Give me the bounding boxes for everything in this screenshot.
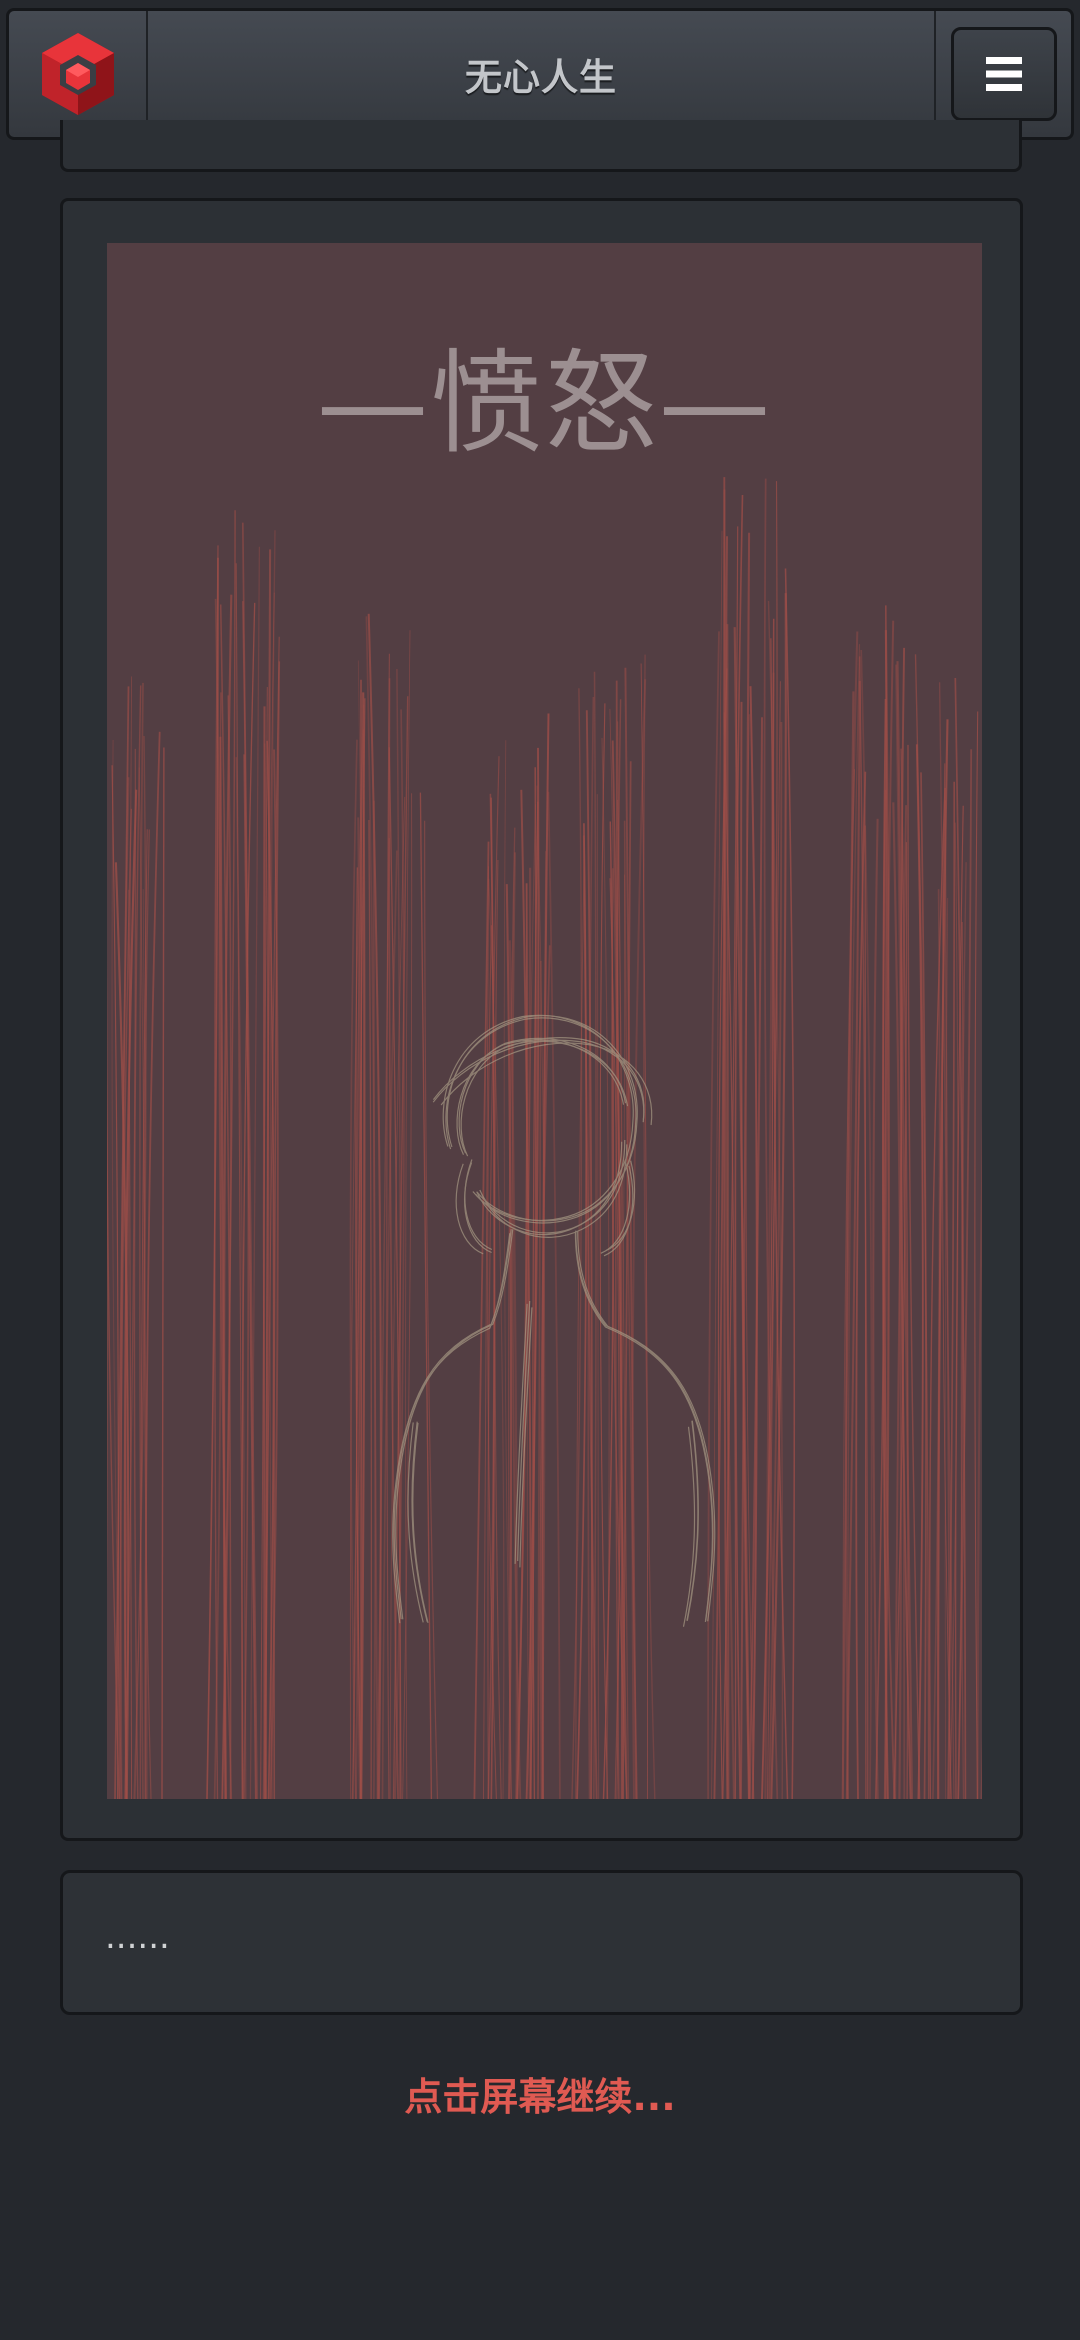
app-title: 无心人生 bbox=[465, 56, 617, 99]
rain-stroke-column bbox=[707, 477, 796, 1799]
header-title-cell: 无心人生 bbox=[148, 11, 936, 137]
dialog-text: ...... bbox=[105, 1917, 170, 1957]
scene-title: —愤怒— bbox=[316, 339, 773, 469]
rain-and-figure-sketch bbox=[107, 477, 982, 1799]
dialog-box[interactable]: ...... bbox=[60, 1870, 1023, 2015]
rain-stroke-column bbox=[349, 613, 439, 1799]
rain-stroke-column bbox=[206, 510, 281, 1799]
rain-stroke-column bbox=[928, 677, 982, 1799]
logo-button[interactable] bbox=[9, 11, 148, 137]
scene-image[interactable]: —愤怒— bbox=[107, 243, 982, 1799]
rain-stroke-column bbox=[473, 713, 561, 1799]
menu-button[interactable] bbox=[950, 27, 1057, 121]
scene-card[interactable]: —愤怒— bbox=[60, 198, 1023, 1841]
previous-card bbox=[60, 120, 1022, 172]
menu-cell bbox=[936, 11, 1071, 137]
continue-prompt[interactable]: 点击屏幕继续... bbox=[0, 2066, 1080, 2121]
rain-stroke-column bbox=[571, 654, 656, 1799]
red-cube-logo-icon bbox=[41, 33, 114, 115]
rain-stroke-column bbox=[107, 676, 165, 1799]
hamburger-menu-icon bbox=[985, 57, 1022, 91]
rain-stroke-column bbox=[841, 605, 930, 1799]
